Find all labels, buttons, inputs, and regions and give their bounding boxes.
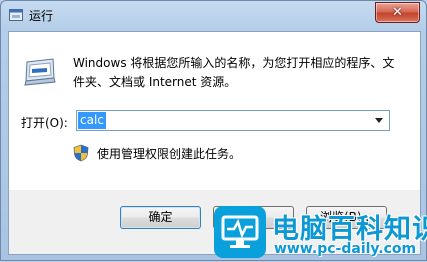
site-watermark: 电脑百科知识 www.pc-daily.com: [214, 205, 427, 261]
uac-shield-icon: [73, 144, 89, 162]
monitor-logo-icon: [214, 206, 266, 258]
open-combobox[interactable]: calc: [76, 110, 390, 131]
close-icon: ✕: [392, 5, 403, 20]
open-input-value[interactable]: calc: [78, 112, 106, 129]
admin-privilege-note: 使用管理权限创建此任务。: [97, 147, 242, 161]
run-app-icon: [9, 9, 23, 21]
chevron-down-icon[interactable]: [375, 118, 383, 123]
watermark-url: www.pc-daily.com: [274, 241, 417, 257]
title-bar[interactable]: 运行 ✕: [1, 1, 426, 31]
open-label: 打开(O):: [21, 116, 68, 130]
dialog-description: Windows 将根据您所输入的名称，为您打开相应的程序、文件夹、文档或 Int…: [73, 56, 395, 89]
dialog-content-panel: Windows 将根据您所输入的名称，为您打开相应的程序、文件夹、文档或 Int…: [9, 32, 420, 190]
close-button[interactable]: ✕: [375, 2, 420, 23]
window-title: 运行: [29, 9, 54, 23]
ok-button[interactable]: 确定: [120, 206, 201, 229]
run-icon: [24, 58, 56, 86]
